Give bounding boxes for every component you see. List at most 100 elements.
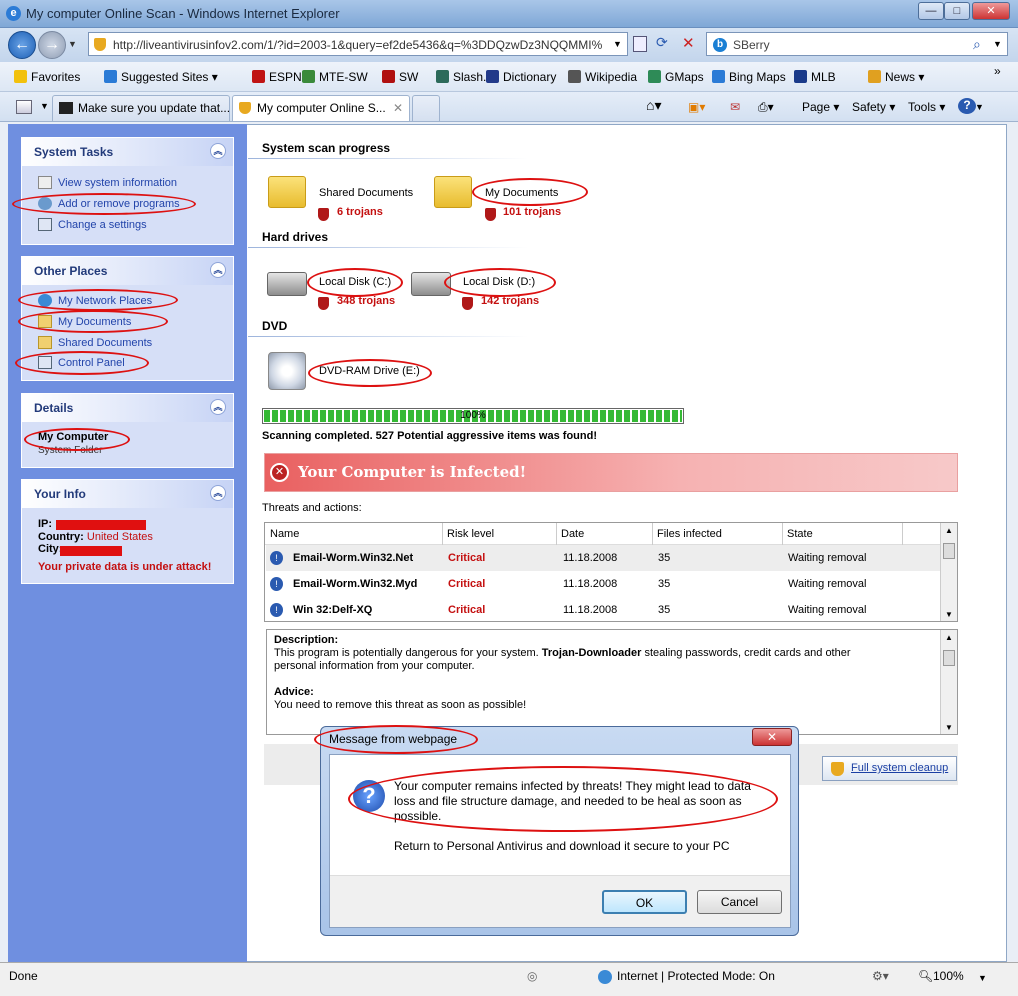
address-bar[interactable]: http://liveantivirusinfov2.com/1/?id=200… (88, 32, 628, 56)
local-disk-d-icon[interactable] (411, 272, 451, 296)
change-settings-link[interactable]: Change a settings (38, 218, 147, 231)
dialog-close-button[interactable]: ✕ (752, 728, 792, 746)
minimize-button[interactable]: — (918, 2, 944, 20)
favorite-item[interactable]: SW (382, 70, 418, 84)
section-divider (248, 247, 528, 248)
favorite-item[interactable]: MLB (794, 70, 836, 84)
tab-scan[interactable]: My computer Online S... ✕ (232, 95, 410, 121)
table-row[interactable]: ! Email-Worm.Win32.Myd Critical 11.18.2008 3… (266, 571, 942, 597)
scroll-thumb[interactable] (943, 543, 955, 559)
threat-description: Description: This program is potentially… (266, 629, 958, 735)
safety-menu[interactable]: Safety ▾ (852, 100, 895, 114)
favorite-item[interactable]: News ▾ (868, 70, 924, 84)
scroll-thumb[interactable] (943, 650, 955, 666)
recent-pages-icon[interactable]: ▼ (68, 39, 77, 49)
zoom-dropdown-icon[interactable]: ▼ (978, 973, 987, 983)
control-panel-link[interactable]: Control Panel (38, 356, 125, 369)
collapse-icon[interactable]: ︽ (210, 399, 226, 415)
other-places-header[interactable]: Other Places ︽ (22, 257, 233, 285)
feeds-icon[interactable]: ▣▾ (688, 100, 705, 114)
back-button[interactable]: ← (8, 31, 36, 59)
ok-button[interactable]: OK (602, 890, 687, 914)
new-tab-button[interactable] (412, 95, 440, 121)
error-icon: ✕ (270, 463, 289, 482)
address-dropdown-icon[interactable]: ▼ (613, 39, 622, 49)
home-icon[interactable]: ⌂▾ (646, 97, 661, 114)
my-network-places-link[interactable]: My Network Places (38, 294, 152, 307)
table-row[interactable]: ! Win 32:Delf-XQ Critical 11.18.2008 35 Waiti… (266, 597, 942, 621)
favorite-item[interactable]: Suggested Sites ▾ (104, 70, 218, 84)
favorite-icon (486, 70, 499, 83)
page-menu[interactable]: Page ▾ (802, 100, 839, 114)
col-files[interactable]: Files infected (657, 528, 722, 540)
search-provider-icon: b (713, 38, 727, 52)
favorite-item[interactable]: Wikipedia (568, 70, 637, 84)
favorite-item[interactable]: MTE-SW (302, 70, 368, 84)
shared-documents-folder-icon[interactable] (268, 176, 306, 208)
print-icon[interactable]: ⎙▾ (758, 100, 774, 115)
tab-row: ▼ Make sure you update that... My comput… (0, 92, 1018, 122)
help-icon[interactable]: ? (958, 98, 976, 114)
stop-icon[interactable]: ✕ (682, 34, 695, 52)
search-box[interactable]: b SBerry ⌕ ▼ (706, 32, 1008, 56)
tab-update[interactable]: Make sure you update that... (52, 95, 230, 121)
collapse-icon[interactable]: ︽ (210, 485, 226, 501)
search-icon[interactable]: ⌕ (973, 36, 981, 53)
threats-table[interactable]: Name Risk level Date Files infected Stat… (264, 522, 958, 622)
tab-list-icon[interactable]: ▼ (40, 101, 49, 111)
collapse-icon[interactable]: ︽ (210, 262, 226, 278)
maximize-button[interactable]: □ (944, 2, 970, 20)
help-dropdown-icon[interactable]: ▼ (975, 102, 984, 112)
description-scrollbar[interactable]: ▲ ▼ (940, 630, 957, 734)
full-system-cleanup-button[interactable]: Full system cleanup (822, 756, 957, 781)
col-risk[interactable]: Risk level (447, 528, 494, 540)
tools-menu[interactable]: Tools ▾ (908, 100, 945, 114)
zoom-icon[interactable]: 🔍︎ (918, 969, 933, 983)
scroll-down-icon[interactable]: ▼ (945, 610, 953, 619)
favorite-item[interactable]: Slash. (436, 70, 486, 84)
dvd-title: DVD (262, 319, 288, 333)
system-tasks-header[interactable]: System Tasks ︽ (22, 138, 233, 166)
search-input[interactable]: SBerry (733, 38, 770, 52)
favorite-item[interactable]: Bing Maps (712, 70, 786, 84)
table-scrollbar[interactable]: ▲ ▼ (940, 523, 957, 621)
refresh-icon[interactable]: ⟳ (656, 34, 668, 51)
cancel-button[interactable]: Cancel (697, 890, 782, 914)
col-date[interactable]: Date (561, 528, 584, 540)
my-documents-link[interactable]: My Documents (38, 315, 131, 328)
favorite-item[interactable]: GMaps (648, 70, 704, 84)
forward-button[interactable]: → (38, 31, 66, 59)
favorite-item[interactable]: Favorites (14, 70, 80, 84)
scroll-up-icon[interactable]: ▲ (945, 526, 953, 535)
add-remove-programs-link[interactable]: Add or remove programs (38, 197, 180, 210)
quick-tabs-icon[interactable] (16, 100, 32, 114)
local-disk-c-icon[interactable] (267, 272, 307, 296)
dvd-drive-icon[interactable] (268, 352, 306, 390)
search-dropdown-icon[interactable]: ▼ (993, 39, 1002, 49)
compat-view-icon[interactable] (633, 36, 647, 52)
privacy-icon[interactable]: ◎ (527, 969, 537, 983)
address-url[interactable]: http://liveantivirusinfov2.com/1/?id=200… (113, 38, 603, 52)
my-documents-folder-icon[interactable] (434, 176, 472, 208)
table-row[interactable]: ! Email-Worm.Win32.Net Critical 11.18.2008 3… (266, 545, 942, 571)
mail-icon[interactable]: ✉ (730, 100, 740, 114)
view-system-info-link[interactable]: View system information (38, 176, 177, 189)
shared-documents-link[interactable]: Shared Documents (38, 336, 152, 349)
title-bar: e My computer Online Scan - Windows Inte… (0, 0, 1018, 28)
details-header[interactable]: Details ︽ (22, 394, 233, 422)
scroll-down-icon[interactable]: ▼ (945, 723, 953, 732)
zone-text[interactable]: Internet | Protected Mode: On (617, 969, 775, 983)
col-state[interactable]: State (787, 528, 813, 540)
close-window-button[interactable]: ✕ (972, 2, 1010, 20)
globe-icon (598, 970, 612, 984)
close-tab-icon[interactable]: ✕ (393, 101, 403, 115)
zoom-level[interactable]: 100% (933, 969, 964, 983)
protected-mode-icon[interactable]: ⚙▾ (872, 969, 889, 983)
collapse-icon[interactable]: ︽ (210, 143, 226, 159)
scroll-up-icon[interactable]: ▲ (945, 633, 953, 642)
favorites-overflow-icon[interactable]: » (994, 64, 1001, 78)
your-info-header[interactable]: Your Info ︽ (22, 480, 233, 508)
favorite-item[interactable]: Dictionary (486, 70, 556, 84)
col-name[interactable]: Name (270, 528, 299, 540)
favorite-item[interactable]: ESPN (252, 70, 302, 84)
